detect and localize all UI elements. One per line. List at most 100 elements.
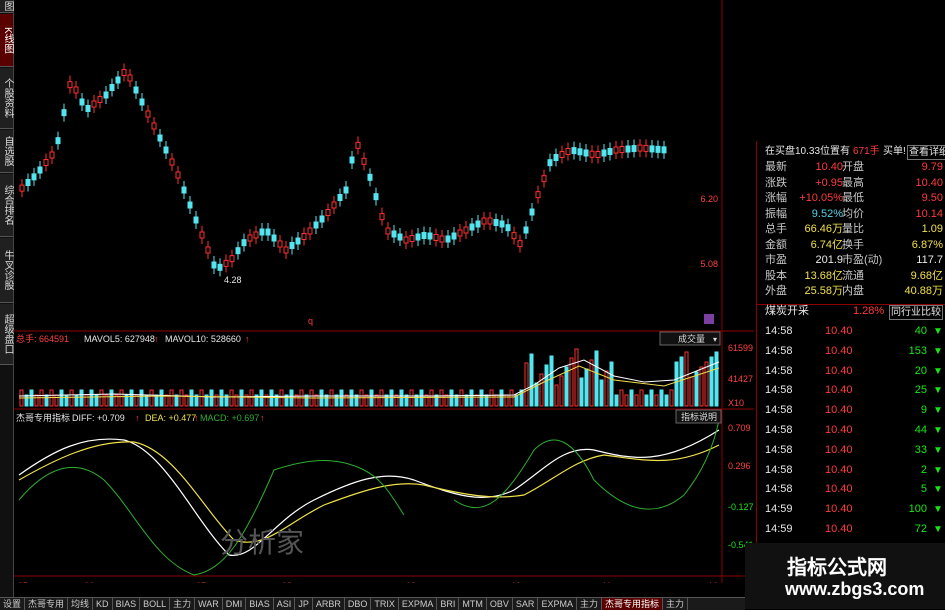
candle-body <box>529 208 535 216</box>
quote-label: 最新 <box>765 161 787 173</box>
volume-bar <box>574 348 579 407</box>
volume-bar <box>109 389 114 407</box>
volume-bar <box>129 389 134 407</box>
indicator-tab[interactable]: DBO <box>345 598 372 610</box>
candle-body <box>121 69 127 76</box>
sidebar-tab-1[interactable]: K线图 <box>0 14 13 67</box>
indicator-tab[interactable]: BRI <box>437 598 460 610</box>
indicator-tab[interactable]: DMI <box>223 598 247 610</box>
candle-body <box>601 149 607 157</box>
indicator-tab[interactable]: EXPMA <box>538 598 577 610</box>
indicator-tab[interactable]: BIAS <box>113 598 141 610</box>
volume-bar <box>619 389 624 407</box>
quote-label: 内盘 <box>842 285 864 297</box>
indicator-tab[interactable]: SAR <box>513 598 539 610</box>
indicator-tab[interactable]: MTM <box>459 598 487 610</box>
view-detail-button[interactable]: 查看详细 <box>907 145 945 160</box>
candle-body <box>67 81 73 89</box>
tick-price: 10.40 <box>825 463 853 476</box>
indicator-tab[interactable]: 主力 <box>663 598 688 610</box>
tick-time: 14:58 <box>765 483 793 496</box>
info-marker-icon[interactable] <box>704 314 714 324</box>
x-axis-label: 08 <box>282 581 292 583</box>
candle-body <box>433 234 439 241</box>
candle-body <box>157 134 163 142</box>
candle-body <box>415 233 421 241</box>
indicator-tab[interactable]: BIAS <box>246 598 274 610</box>
candle-body <box>175 171 181 179</box>
down-arrow-icon: ▼ <box>933 464 943 476</box>
sidebar-tab-3[interactable]: 自选股 <box>0 130 13 173</box>
volume-bar <box>569 357 574 407</box>
sidebar-tab-6[interactable]: 超级盘口 <box>0 304 13 365</box>
indicator-tab[interactable]: OBV <box>487 598 513 610</box>
indicator-tab[interactable]: WAR <box>195 598 223 610</box>
quote-label: 量比 <box>842 223 864 235</box>
candle-body <box>463 226 469 234</box>
sector-row[interactable]: 煤炭开采 1.28% 同行业比较 <box>757 304 945 320</box>
candle-body <box>505 224 511 232</box>
candle-body <box>25 179 31 186</box>
vol-axis-top: 61599 <box>728 343 753 353</box>
indicator-tab[interactable]: 设置 <box>0 598 26 610</box>
candle-body <box>481 217 487 225</box>
indicator-tab[interactable]: BOLL <box>140 598 171 610</box>
indicator-tab[interactable]: 主力 <box>170 598 196 610</box>
indicator-tab[interactable]: JP <box>295 598 313 610</box>
quote-value: 9.50 <box>921 192 943 204</box>
volume-bar <box>394 394 399 407</box>
candle-body <box>517 240 523 248</box>
volume-bar <box>714 351 719 407</box>
volume-bar <box>219 389 224 407</box>
volume-bar <box>629 389 634 407</box>
down-arrow-icon: ▼ <box>933 504 943 516</box>
volume-bar <box>649 389 654 407</box>
candle-body <box>475 220 481 228</box>
quote-value: 9.68亿 <box>910 269 943 282</box>
quote-label: 总手 <box>765 223 787 235</box>
sidebar-tab-0[interactable]: 图 <box>0 0 13 13</box>
candle-body <box>289 242 295 249</box>
indicator-tab[interactable]: 均线 <box>68 598 94 610</box>
macd-panel <box>18 419 720 576</box>
candle-body <box>427 232 433 240</box>
candle-body <box>361 157 367 165</box>
sector-compare-button[interactable]: 同行业比较 <box>889 305 943 320</box>
sidebar-tab-2[interactable]: 个股资料 <box>0 68 13 129</box>
vol-axis-mid: 41427 <box>728 374 753 384</box>
candle-body <box>139 98 145 106</box>
indicator-tab[interactable]: 杰哥专用 <box>25 598 69 610</box>
quote-row: 涨跌 +0.95 最高 10.40 <box>757 177 945 190</box>
kline-chart-svg[interactable]: 05 06 07 08 09 10 11 12 6.20 5.08 4.28 q 总手: 66… <box>14 0 754 591</box>
chart-area[interactable]: 05 06 07 08 09 10 11 12 6.20 5.08 4.28 q 总手: 66… <box>14 0 754 591</box>
indicator-tab[interactable]: ARBR <box>313 598 345 610</box>
candle-body <box>301 233 307 240</box>
volume-bar <box>139 389 144 407</box>
volume-bar <box>639 389 644 407</box>
indicator-tab[interactable]: 杰哥专用指标 <box>601 598 663 610</box>
tick-row: 14:58 10.40 44 ▼ <box>757 424 945 437</box>
candle-body <box>295 237 301 245</box>
indicator-tab[interactable]: 主力 <box>577 598 602 610</box>
indicator-tab[interactable]: EXPMA <box>399 598 438 610</box>
volume-bar <box>634 394 639 407</box>
sidebar-tab-4[interactable]: 综合排名 <box>0 174 13 237</box>
indicator-tab[interactable]: ASI <box>274 598 296 610</box>
tick-volume: 33 <box>914 443 927 456</box>
quote-value: 10.40 <box>815 161 843 173</box>
candle-body <box>211 261 217 269</box>
candle-body <box>217 263 223 271</box>
indicator-tab[interactable]: TRIX <box>371 598 399 610</box>
mavol5: MAVOL5: 627948 <box>84 334 155 344</box>
x-axis-label: 05 <box>18 581 28 583</box>
candle-body <box>97 96 103 103</box>
volume-bar <box>529 353 534 407</box>
tick-price: 10.40 <box>825 424 853 436</box>
candle-body <box>319 215 325 223</box>
sidebar-tab-5[interactable]: 牛叉诊股 <box>0 238 13 303</box>
volume-bar <box>589 359 594 407</box>
quote-header: 在买盘10.33位置有 671手 买单! 查看详细 <box>757 145 945 160</box>
indicator-tab[interactable]: KD <box>93 598 113 610</box>
candle-body <box>385 227 391 235</box>
volume-bar <box>119 389 124 407</box>
